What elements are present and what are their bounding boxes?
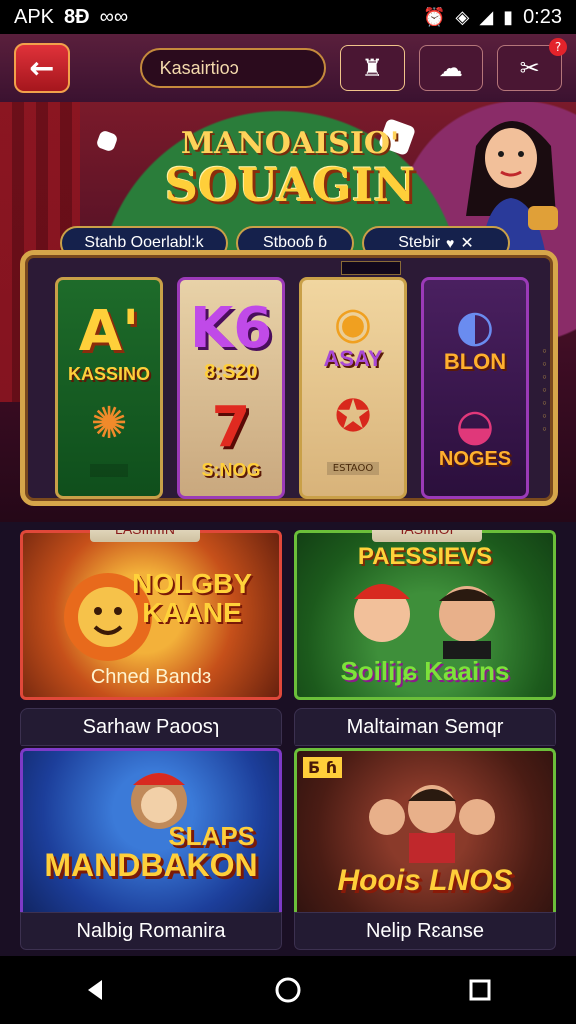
game-caption: Sarhaw Paoosɿ (20, 708, 282, 746)
search-value: Kasairtioɔ (159, 57, 239, 78)
game-card[interactable]: LASIIIIIIN NOLGBY KAANE Chned Bandɜ Sarh… (20, 530, 282, 748)
status-indicator: 8Ð (64, 5, 90, 28)
shuffle-button[interactable]: ✂ ? (497, 38, 567, 91)
shuffle-icon: ✂ (519, 54, 540, 82)
game-title: SLAPS MANDBAKON (23, 823, 279, 881)
reel-caption: ESTAOO (326, 461, 380, 475)
reel-3[interactable]: ◉ ASAY ✪ ESTAOO (299, 277, 407, 499)
game-subtitle: Chned Bandɜ (90, 666, 212, 688)
notification-badge: ? (549, 38, 567, 56)
game-grid: LASIIIIIIN NOLGBY KAANE Chned Bandɜ Sarh… (20, 530, 556, 950)
reel-indicator (341, 261, 401, 275)
game-art: Ƃ ɦ Hoois LNOS (294, 748, 556, 912)
settings-button[interactable]: ☁ (418, 45, 484, 91)
status-indicator-2: ∞∞ (99, 5, 129, 28)
status-bar: APK 8Ð ∞∞ ⏰ ◈ ◢ ▮ 0:23 (0, 0, 576, 34)
players-illustration (369, 785, 495, 863)
game-caption: Maltaiman Semqr (294, 708, 556, 746)
game-card[interactable]: Ƃ ɦ Hoois LNOS Nelip Rɛanse (294, 748, 556, 950)
game-art: NOLGBY KAANE Chned Bandɜ (20, 530, 282, 700)
reel-caption (90, 464, 128, 478)
reel-1[interactable]: A' KASSINO ✺ (55, 277, 163, 499)
reel-symbol-top: A' (78, 298, 140, 364)
card-tag: IASIIIIOI (372, 530, 482, 542)
signal-icon: ◈ (455, 6, 470, 27)
system-recents-button[interactable] (450, 960, 510, 1020)
game-title: NOLGBY KAANE (132, 568, 252, 629)
system-nav-bar (0, 956, 576, 1024)
game-subtitle: Soilijɕ Kaains (340, 656, 510, 686)
casino-button[interactable]: ♜ (339, 45, 405, 91)
reel-label: ASAY (323, 345, 383, 371)
game-caption: Nalbig Romanira (20, 912, 282, 950)
top-nav: ← Kasairtioɔ ♜ ☁ ✂ ? (0, 34, 576, 102)
dice-decoration-2 (95, 129, 119, 153)
ball-icon: ◒ (455, 400, 495, 452)
game-badge: Ƃ ɦ (303, 757, 343, 778)
cloud-settings-icon: ☁ (438, 54, 463, 82)
triangle-back-icon (88, 980, 102, 1000)
heart-icon: ♥ (446, 235, 455, 251)
square-recents-icon (469, 979, 491, 1001)
hero-title-top: MANOAISIO' (180, 126, 400, 161)
coin-icon: ◉ (333, 297, 373, 349)
game-title: PAESSIEVS (357, 543, 493, 570)
back-button[interactable]: ← (14, 43, 70, 93)
reel-label: BLON (443, 348, 507, 374)
status-time: 0:23 (523, 5, 562, 28)
system-back-button[interactable] (66, 960, 126, 1020)
game-title: Hoois LNOS (337, 864, 513, 897)
hero-banner: MANOAISIO' SOUAGIN Stahb Ooerlabl:k Stbo… (0, 102, 576, 522)
reel-symbol-top: K6 (189, 295, 273, 361)
game-title-top: SLAPS (168, 821, 255, 851)
circle-home-icon (275, 977, 301, 1003)
system-home-button[interactable] (258, 960, 318, 1020)
hero-title: SOUAGIN (164, 158, 416, 212)
game-caption: Nelip Rɛanse (294, 912, 556, 950)
card-tag: LASIIIIIIN (90, 530, 200, 542)
arrow-left-icon: ← (29, 50, 55, 86)
seven-icon: 7 (211, 394, 251, 460)
slot-machine: ◦◦◦◦◦◦◦ A' KASSINO ✺ K6 8:S20 7 S:NOG ◉ (20, 250, 558, 506)
side-label: ◦◦◦◦◦◦◦ (538, 345, 551, 436)
game-card[interactable]: IASIIIIOI PAESSIEVS Soilijɕ Kaains Malta… (294, 530, 556, 748)
status-app-label: APK (14, 5, 55, 28)
game-card[interactable]: SLAPS MANDBAKON Nalbig Romanira (20, 748, 282, 950)
game-art: PAESSIEVS Soilijɕ Kaains (294, 530, 556, 700)
reel-caption: NOGES (438, 448, 512, 471)
reel-2[interactable]: K6 8:S20 7 S:NOG (177, 277, 285, 499)
game-title-main: MANDBAKON (44, 847, 258, 883)
reel-label: KASSINO (67, 363, 150, 384)
alarm-icon: ⏰ (423, 6, 446, 27)
cell-signal-icon: ◢ (479, 6, 494, 27)
reel-caption: S:NOG (201, 459, 261, 480)
battery-icon: ▮ (503, 6, 514, 27)
star-badge-icon: ✪ (334, 390, 372, 442)
magnet-icon: ◐ (455, 300, 495, 352)
search-input[interactable]: Kasairtioɔ (139, 48, 326, 88)
building-icon: ♜ (361, 54, 383, 82)
characters-illustration (354, 584, 495, 659)
reel-4[interactable]: ◐ BLON ◒ NOGES (421, 277, 529, 499)
game-art: SLAPS MANDBAKON (20, 748, 282, 912)
reel-label: 8:S20 (204, 360, 258, 383)
swirl-icon: ✺ (90, 398, 128, 450)
